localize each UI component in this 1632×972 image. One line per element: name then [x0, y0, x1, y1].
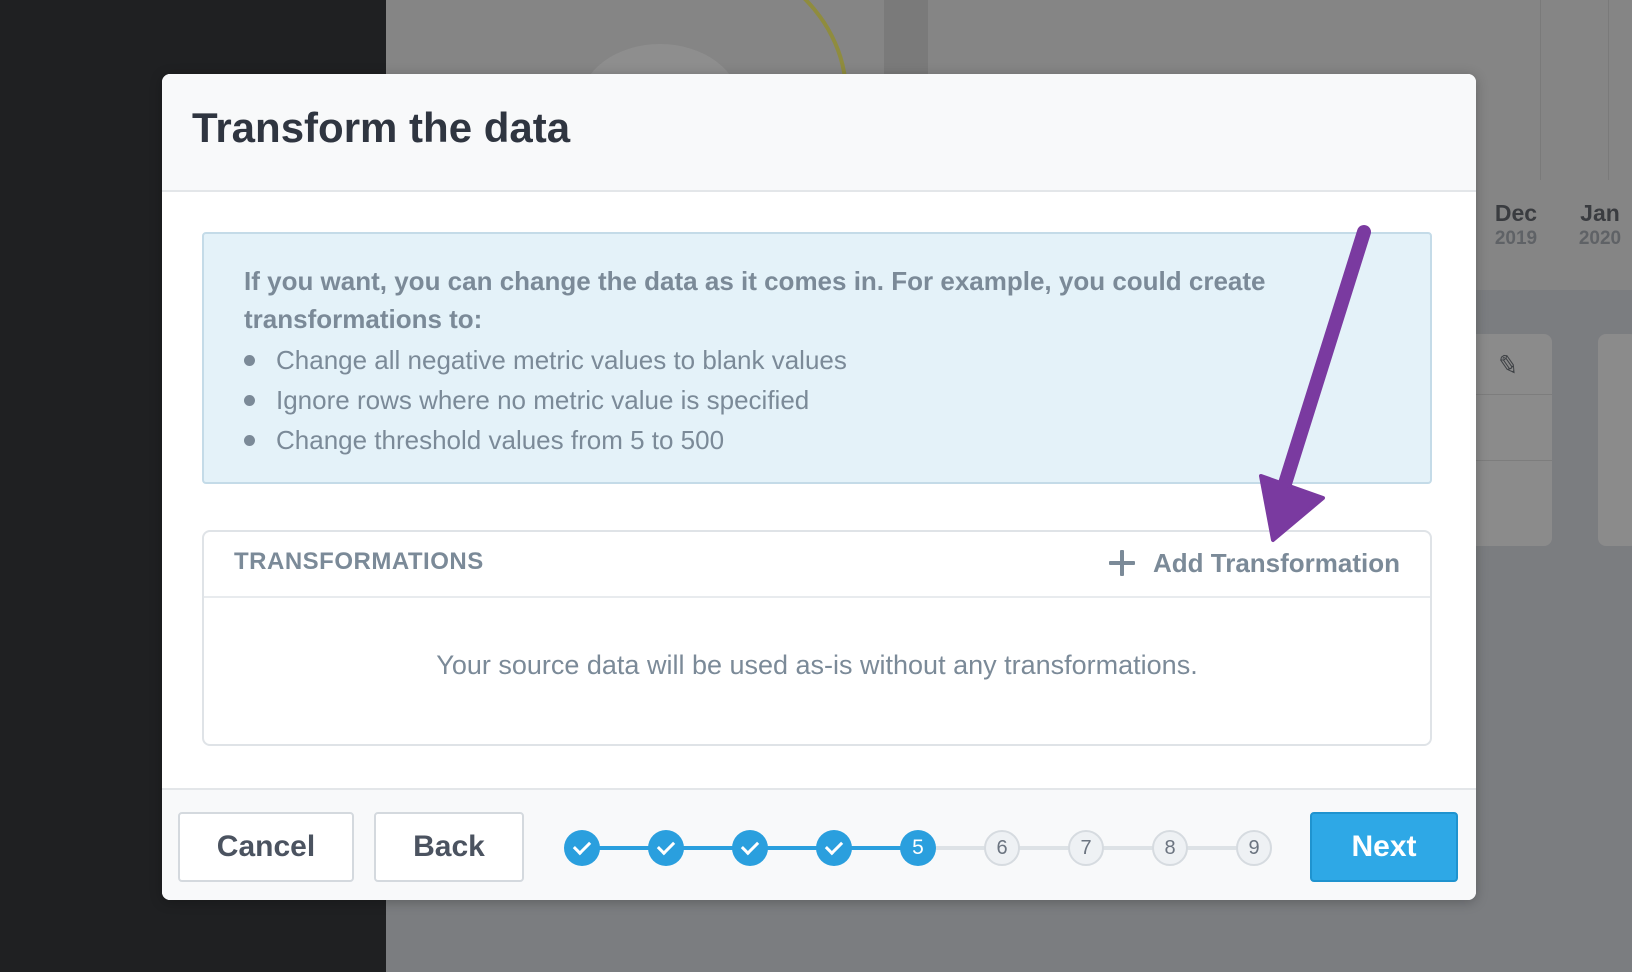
- add-transformation-label: Add Transformation: [1152, 547, 1400, 578]
- check-icon: [572, 836, 592, 856]
- step-3-complete: [732, 830, 768, 866]
- transformations-panel: TRANSFORMATIONS Add Transformation Your …: [202, 530, 1432, 746]
- empty-state-message: Your source data will be used as-is with…: [436, 650, 1198, 680]
- dialog-header: Transform the data: [162, 74, 1476, 192]
- background-month-label: Dec 2019: [1494, 200, 1538, 249]
- bullet-text: Change all negative metric values to bla…: [276, 345, 847, 375]
- info-bullet-list: Change all negative metric values to bla…: [244, 340, 847, 460]
- step-6: 6: [984, 830, 1020, 866]
- background-card: [1598, 334, 1632, 546]
- transformations-title: TRANSFORMATIONS: [234, 548, 484, 575]
- step-5-current: 5: [900, 830, 936, 866]
- wizard-stepper: 5 6 7 8 9: [564, 828, 1274, 868]
- bullet-icon: [244, 355, 255, 366]
- check-icon: [824, 836, 844, 856]
- info-callout: If you want, you can change the data as …: [202, 232, 1432, 484]
- plus-icon: [1108, 550, 1135, 576]
- bullet-text: Ignore rows where no metric value is spe…: [276, 385, 810, 415]
- check-icon: [656, 836, 676, 856]
- info-bullet-item: Change threshold values from 5 to 500: [244, 420, 847, 460]
- info-bullet-item: Change all negative metric values to bla…: [244, 340, 847, 380]
- bullet-icon: [244, 395, 255, 406]
- next-button[interactable]: Next: [1310, 812, 1458, 882]
- bullet-text: Change threshold values from 5 to 500: [276, 425, 725, 455]
- bullet-icon: [244, 435, 255, 446]
- step-1-complete: [564, 830, 600, 866]
- dialog-title: Transform the data: [192, 104, 571, 151]
- background-gridline: [1540, 0, 1541, 180]
- dialog-footer: Cancel Back 5 6 7 8 9 Next: [162, 788, 1476, 900]
- cancel-button[interactable]: Cancel: [178, 812, 354, 882]
- check-icon: [740, 836, 760, 856]
- back-button[interactable]: Back: [374, 812, 524, 882]
- background-month-label: Jan 2020: [1578, 200, 1622, 249]
- info-intro-text: If you want, you can change the data as …: [244, 266, 1266, 334]
- background-gridline: [1608, 0, 1609, 180]
- step-9: 9: [1236, 830, 1272, 866]
- transform-data-dialog: Transform the data If you want, you can …: [162, 74, 1476, 900]
- add-transformation-button[interactable]: Add Transformation: [1108, 546, 1400, 580]
- transformations-header: TRANSFORMATIONS Add Transformation: [204, 532, 1430, 598]
- info-bullet-item: Ignore rows where no metric value is spe…: [244, 380, 847, 420]
- step-4-complete: [816, 830, 852, 866]
- step-7: 7: [1068, 830, 1104, 866]
- step-2-complete: [648, 830, 684, 866]
- step-8: 8: [1152, 830, 1188, 866]
